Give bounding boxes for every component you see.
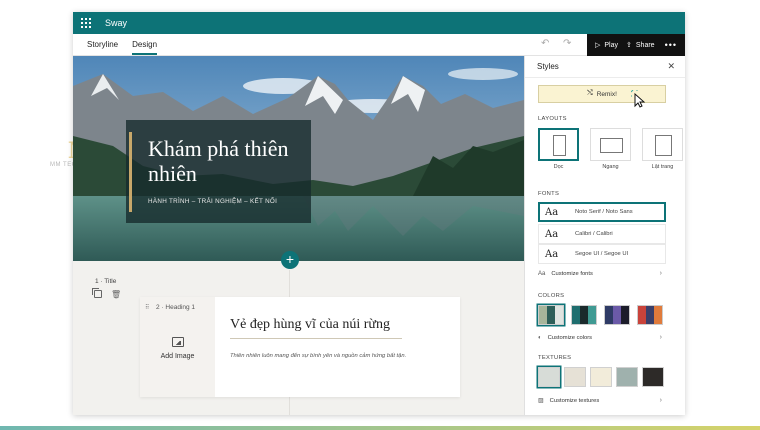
close-icon[interactable]: ✕ xyxy=(667,61,675,72)
font-sample: Aa xyxy=(545,206,559,218)
layout-options: Dọc Ngang Lật trang xyxy=(538,128,683,170)
font-name: Calibri / Calibri xyxy=(575,231,613,237)
layout-horizontal[interactable]: Ngang xyxy=(590,128,631,170)
tab-design[interactable]: Design xyxy=(132,34,157,56)
customize-colors-label: Customize colors xyxy=(547,334,593,341)
font-name: Noto Serif / Noto Sans xyxy=(575,209,633,215)
fonts-heading: FONTS xyxy=(538,191,560,197)
texture-1[interactable] xyxy=(538,367,560,387)
story-canvas: Khám phá thiên nhiên HÀNH TRÌNH – TRẢI N… xyxy=(73,56,524,415)
texture-4[interactable] xyxy=(616,367,638,387)
color-palette-1[interactable] xyxy=(538,305,564,325)
color-palette-3[interactable] xyxy=(604,305,630,325)
texture-2[interactable] xyxy=(564,367,586,387)
font-options: Aa Noto Serif / Noto Sans Aa Calibri / C… xyxy=(538,202,666,264)
font-option-calibri[interactable]: Aa Calibri / Calibri xyxy=(538,224,666,244)
remix-icon: ⤭ xyxy=(587,90,593,97)
layout-vertical[interactable]: Dọc xyxy=(538,128,579,170)
customize-fonts-label: Customize fonts xyxy=(551,270,593,277)
customize-textures-link[interactable]: ▨ Customize textures › xyxy=(538,393,666,408)
font-option-segoe[interactable]: Aa Segoe UI / Segoe UI xyxy=(538,244,666,264)
font-sample: Aa xyxy=(545,248,559,260)
card-2-label: 2 · Heading 1 xyxy=(156,304,196,311)
hero-title-box[interactable]: Khám phá thiên nhiên HÀNH TRÌNH – TRẢI N… xyxy=(126,120,311,223)
styles-panel: Styles ✕ ⤭ Remix! LAYOUTS Dọc Ngang Lật … xyxy=(524,56,685,415)
card-2-number: 2 xyxy=(156,304,160,311)
page-bottom-accent xyxy=(0,426,760,430)
app-launcher-icon[interactable] xyxy=(73,12,99,34)
chevron-right-icon: › xyxy=(659,270,662,277)
layout-vertical-label: Dọc xyxy=(553,164,564,170)
add-card-plus-icon[interactable]: + xyxy=(281,251,299,269)
textures-heading: TEXTURES xyxy=(538,355,572,361)
customize-textures-label: Customize textures xyxy=(549,397,600,404)
undo-icon[interactable]: ↶ xyxy=(541,38,549,49)
layout-flip-label: Lật trang xyxy=(651,164,674,170)
image-icon xyxy=(172,337,184,347)
play-label: Play xyxy=(604,41,619,49)
heading-underline xyxy=(230,338,402,339)
more-icon[interactable]: ••• xyxy=(665,40,677,50)
layout-flip[interactable]: Lật trang xyxy=(642,128,683,170)
play-icon: ▷ xyxy=(595,42,601,49)
sway-window: Sway Storyline Design ↶ ↷ ▷ Play ⇪ Share… xyxy=(73,12,685,415)
app-name: Sway xyxy=(105,18,128,28)
customize-fonts-link[interactable]: Aa Customize fonts › xyxy=(538,266,666,281)
card-image-slot[interactable]: ⠿ 2 · Heading 1 Add Image xyxy=(140,297,215,397)
card-1-label: 1 · Title xyxy=(95,278,117,285)
card-2-type: Heading 1 xyxy=(165,304,196,311)
trash-icon[interactable]: 🗑 xyxy=(111,290,121,299)
font-sample: Aa xyxy=(545,228,559,240)
font-name: Segoe UI / Segoe UI xyxy=(575,251,629,257)
heading-card[interactable]: ⠿ 2 · Heading 1 Add Image Vẻ đẹp hùng vĩ… xyxy=(140,297,460,397)
texture-3[interactable] xyxy=(590,367,612,387)
hero-subtitle: HÀNH TRÌNH – TRẢI NGHIỆM – KẾT NỐI xyxy=(148,198,278,205)
styles-panel-title: Styles xyxy=(537,62,559,71)
chevron-right-icon: › xyxy=(659,334,662,341)
font-icon: Aa xyxy=(538,270,546,277)
texture-icon: ▨ xyxy=(538,398,544,404)
redo-icon[interactable]: ↷ xyxy=(563,38,571,49)
toolbar: Storyline Design ↶ ↷ ▷ Play ⇪ Share ••• xyxy=(73,34,685,56)
tab-storyline[interactable]: Storyline xyxy=(87,34,118,56)
chevron-right-icon: › xyxy=(659,397,662,404)
play-share-bar: ▷ Play ⇪ Share ••• xyxy=(587,34,685,56)
mouse-cursor-icon xyxy=(631,90,645,108)
texture-5[interactable] xyxy=(642,367,664,387)
play-button[interactable]: ▷ Play xyxy=(595,41,619,50)
title-card-hero[interactable]: Khám phá thiên nhiên HÀNH TRÌNH – TRẢI N… xyxy=(73,56,524,261)
color-palette-4[interactable] xyxy=(637,305,663,325)
share-label: Share xyxy=(635,41,655,49)
layout-horizontal-label: Ngang xyxy=(602,164,619,170)
card-1-type: Title xyxy=(104,278,117,285)
hero-title: Khám phá thiên nhiên xyxy=(148,136,289,186)
remix-label: Remix! xyxy=(596,90,617,98)
styles-panel-header: Styles ✕ xyxy=(525,56,685,78)
customize-colors-link[interactable]: ◐ Customize colors › xyxy=(538,330,666,345)
layouts-heading: LAYOUTS xyxy=(538,116,567,122)
colors-heading: COLORS xyxy=(538,293,565,299)
hero-accent-bar xyxy=(129,132,132,212)
card-body-text[interactable]: Thiên nhiên luôn mang đến sự bình yên và… xyxy=(230,353,406,359)
share-icon: ⇪ xyxy=(626,42,632,49)
font-option-noto[interactable]: Aa Noto Serif / Noto Sans xyxy=(538,202,666,222)
card-heading[interactable]: Vẻ đẹp hùng vĩ của núi rừng xyxy=(230,317,390,333)
card-1-number: 1 xyxy=(95,278,99,285)
color-palettes xyxy=(538,305,663,325)
texture-options xyxy=(538,367,664,387)
drag-handle-icon[interactable]: ⠿ xyxy=(145,304,149,311)
title-bar: Sway xyxy=(73,12,685,34)
add-image-label[interactable]: Add Image xyxy=(140,353,215,360)
color-palette-2[interactable] xyxy=(571,305,597,325)
duplicate-icon[interactable] xyxy=(92,288,102,298)
share-button[interactable]: ⇪ Share xyxy=(626,41,655,50)
remix-button[interactable]: ⤭ Remix! xyxy=(538,85,666,103)
palette-icon: ◐ xyxy=(538,334,542,341)
